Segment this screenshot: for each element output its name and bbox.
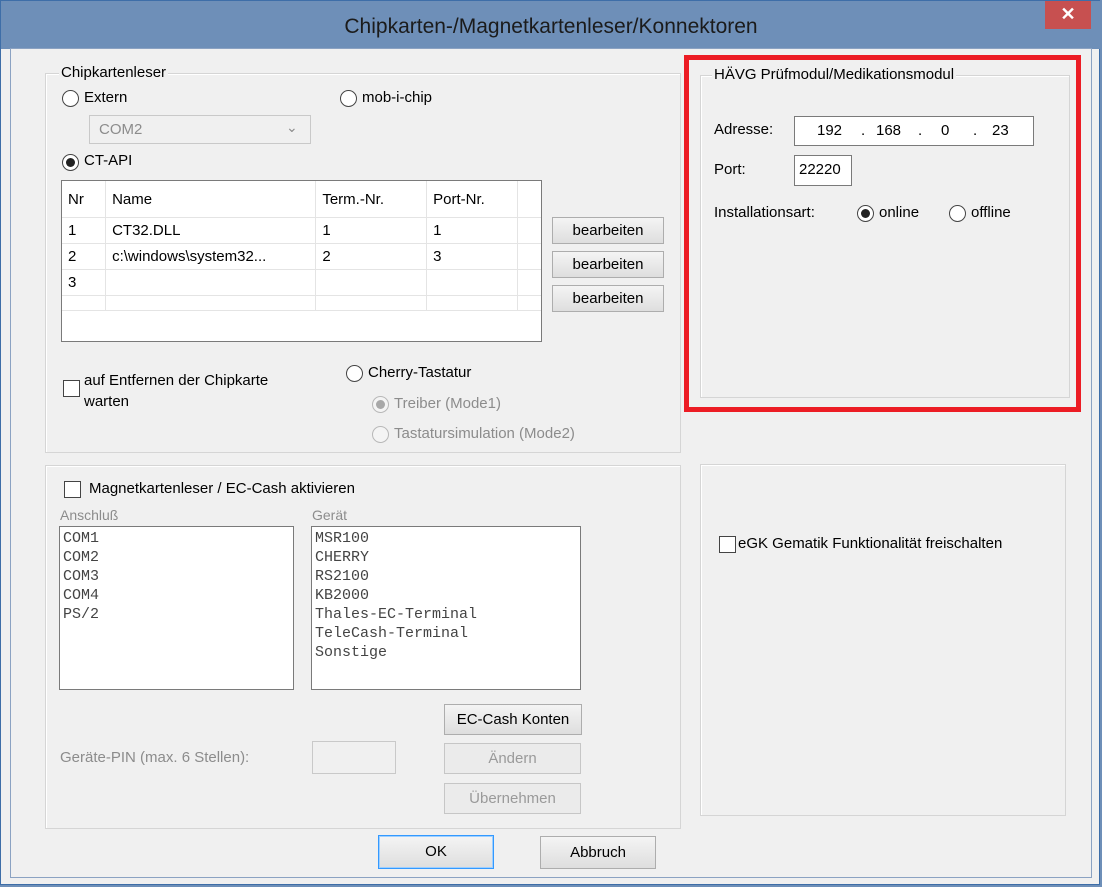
table-cell: 1	[62, 217, 107, 244]
cherry-radio[interactable]	[346, 365, 363, 382]
list-item[interactable]: RS2100	[315, 567, 577, 586]
ctapi-table[interactable]: Nr Name Term.-Nr. Port-Nr. 1 CT32.DLL 1 …	[61, 180, 542, 342]
table-cell: 2	[315, 243, 428, 270]
table-cell: 3	[62, 269, 107, 296]
list-item[interactable]: Thales-EC-Terminal	[315, 605, 577, 624]
ok-button[interactable]: OK	[378, 835, 494, 869]
list-item[interactable]: MSR100	[315, 529, 577, 548]
table-row[interactable]: 1 CT32.DLL 1 1	[62, 217, 541, 244]
treiber-radio[interactable]	[372, 396, 389, 413]
table-cell: 2	[62, 243, 107, 270]
com-select-value: COM2	[99, 121, 143, 138]
wait-remove-label-line1: auf Entfernen der Chipkarte	[84, 372, 269, 389]
eccash-accounts-button[interactable]: EC-Cash Konten	[444, 704, 582, 735]
list-item[interactable]: Sonstige	[315, 643, 577, 662]
table-cell	[426, 269, 519, 296]
geraet-list[interactable]: MSR100 CHERRY RS2100 KB2000 Thales-EC-Te…	[311, 526, 581, 690]
edit-row-1-button[interactable]: bearbeiten	[552, 217, 664, 244]
table-header-term[interactable]: Term.-Nr.	[315, 181, 428, 218]
table-cell	[517, 295, 541, 311]
ctapi-label: CT-API	[84, 152, 133, 169]
table-row[interactable]: 2 c:\windows\system32... 2 3	[62, 243, 541, 270]
list-item[interactable]: COM1	[63, 529, 290, 548]
list-item[interactable]: PS/2	[63, 605, 290, 624]
com-select[interactable]: COM2 ⌄	[89, 115, 311, 144]
table-cell	[105, 269, 317, 296]
table-cell	[517, 217, 541, 244]
table-cell	[62, 295, 107, 311]
egk-label: eGK Gematik Funktionalität freischalten	[738, 535, 1003, 552]
table-cell	[517, 269, 541, 296]
geraet-label: Gerät	[312, 507, 348, 523]
table-cell: 3	[426, 243, 519, 270]
chipkartenleser-legend: Chipkartenleser	[59, 64, 169, 81]
cherry-label: Cherry-Tastatur	[368, 364, 472, 381]
extern-label: Extern	[84, 89, 128, 106]
table-cell: c:\windows\system32...	[105, 243, 317, 270]
list-item[interactable]: COM3	[63, 567, 290, 586]
mobichip-radio[interactable]	[340, 90, 357, 107]
cancel-button[interactable]: Abbruch	[540, 836, 656, 869]
table-row[interactable]	[62, 295, 541, 311]
tastatursim-radio[interactable]	[372, 426, 389, 443]
edit-row-3-button[interactable]: bearbeiten	[552, 285, 664, 312]
list-item[interactable]: TeleCash-Terminal	[315, 624, 577, 643]
mobichip-label: mob-i-chip	[362, 89, 433, 106]
close-button[interactable]: ✕	[1045, 1, 1091, 29]
chevron-down-icon: ⌄	[286, 119, 298, 135]
table-header-port[interactable]: Port-Nr.	[426, 181, 519, 218]
table-header-row: Nr Name Term.-Nr. Port-Nr.	[62, 181, 541, 218]
wait-remove-label-line2: warten	[84, 393, 130, 410]
table-cell	[315, 269, 428, 296]
title-bar[interactable]: Chipkarten-/Magnetkartenleser/Konnektore…	[1, 1, 1101, 49]
table-header-spacer	[517, 181, 541, 218]
tastatursim-label: Tastatursimulation (Mode2)	[394, 425, 575, 442]
table-row[interactable]: 3	[62, 269, 541, 296]
list-item[interactable]: KB2000	[315, 586, 577, 605]
egk-group	[700, 464, 1066, 816]
table-cell	[517, 243, 541, 270]
table-cell	[315, 295, 428, 311]
table-cell	[105, 295, 317, 311]
list-item[interactable]: COM2	[63, 548, 290, 567]
table-header-name[interactable]: Name	[105, 181, 317, 218]
egk-checkbox[interactable]	[719, 536, 736, 553]
pin-input[interactable]	[312, 741, 396, 774]
window-title: Chipkarten-/Magnetkartenleser/Konnektore…	[344, 15, 758, 38]
ctapi-radio[interactable]	[62, 154, 79, 171]
aendern-button[interactable]: Ändern	[444, 743, 581, 774]
extern-radio[interactable]	[62, 90, 79, 107]
pin-label: Geräte-PIN (max. 6 Stellen):	[60, 749, 250, 766]
table-cell: CT32.DLL	[105, 217, 317, 244]
table-cell	[426, 295, 519, 311]
anschluss-list[interactable]: COM1 COM2 COM3 COM4 PS/2	[59, 526, 294, 690]
edit-row-2-button[interactable]: bearbeiten	[552, 251, 664, 278]
table-cell: 1	[426, 217, 519, 244]
table-cell: 1	[315, 217, 428, 244]
list-item[interactable]: COM4	[63, 586, 290, 605]
wait-remove-checkbox[interactable]	[63, 380, 80, 397]
list-item[interactable]: CHERRY	[315, 548, 577, 567]
highlight-box	[684, 55, 1081, 412]
anschluss-label: Anschluß	[60, 507, 119, 523]
magnet-enable-checkbox[interactable]	[64, 481, 81, 498]
uebernehmen-button[interactable]: Übernehmen	[444, 783, 581, 814]
magnet-enable-label: Magnetkartenleser / EC-Cash aktivieren	[89, 480, 355, 497]
treiber-label: Treiber (Mode1)	[394, 395, 501, 412]
table-header-nr[interactable]: Nr	[62, 181, 107, 218]
